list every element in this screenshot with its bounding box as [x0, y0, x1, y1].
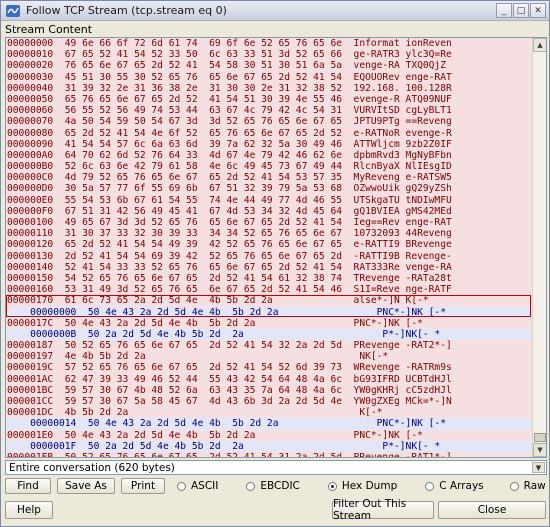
- client-stream-line[interactable]: 00000080 65 2d 52 41 54 4e 6f 52 65 76 6…: [6, 127, 533, 139]
- action-toolbar: Find Save As Print ASCII EBCDIC Hex Dump…: [5, 477, 547, 495]
- follow-tcp-stream-window: Follow TCP Stream (tcp.stream eq 0) _ □ …: [0, 0, 550, 527]
- client-stream-line[interactable]: 000000C0 4d 79 52 65 76 65 6e 67 65 2d 5…: [6, 172, 533, 184]
- client-stream-line[interactable]: 00000150 54 52 65 76 65 6e 67 65 2d 52 4…: [6, 272, 533, 285]
- format-radio-ebcdic[interactable]: EBCDIC: [246, 480, 300, 492]
- server-stream-line[interactable]: 00000000 50 4e 43 2a 2d 5d 4e 4b 5b 2d 2…: [6, 306, 533, 318]
- radio-dot-icon: [177, 481, 186, 491]
- save-as-button[interactable]: Save As: [57, 478, 115, 494]
- find-button[interactable]: Find: [5, 478, 51, 494]
- print-button[interactable]: Print: [121, 478, 165, 494]
- filter-out-stream-button[interactable]: Filter Out This Stream: [332, 498, 434, 522]
- format-radio-label: Raw: [523, 480, 546, 492]
- radio-dot-icon: [425, 481, 435, 491]
- format-radio-c-arrays[interactable]: C Arrays: [425, 480, 484, 492]
- client-stream-line[interactable]: 00000070 4a 50 54 59 50 54 67 3d 3d 52 6…: [6, 116, 533, 128]
- title-bar[interactable]: Follow TCP Stream (tcp.stream eq 0) _ □ …: [1, 1, 549, 21]
- help-button[interactable]: Help: [5, 501, 53, 519]
- conversation-select[interactable]: Entire conversation (620 bytes) ▼: [5, 460, 547, 475]
- format-radio-label: EBCDIC: [260, 480, 300, 492]
- stream-content-panel[interactable]: 00000000 49 6e 66 6f 72 6d 61 74 69 6f 6…: [5, 37, 547, 458]
- format-radio-label: C Arrays: [439, 480, 484, 492]
- client-stream-line[interactable]: 00000130 2d 52 41 54 54 69 39 42 52 65 7…: [6, 250, 533, 262]
- client-stream-line[interactable]: 000000D0 30 5a 57 77 6f 55 69 6b 67 51 3…: [6, 183, 533, 195]
- minimize-button[interactable]: _: [496, 3, 512, 18]
- client-stream-line[interactable]: 00000020 76 65 6e 67 65 2d 52 41 54 58 3…: [6, 60, 533, 72]
- scrollbar-thumb[interactable]: [534, 433, 546, 442]
- close-window-button[interactable]: ✕: [530, 3, 546, 18]
- client-stream-line[interactable]: 0000019C 57 52 65 76 65 6e 67 65 2d 52 4…: [6, 362, 533, 374]
- radio-dot-icon: [509, 481, 519, 491]
- server-stream-line[interactable]: 00000014 50 4e 43 2a 2d 5d 4e 4b 5b 2d 2…: [6, 418, 533, 430]
- window-title: Follow TCP Stream (tcp.stream eq 0): [26, 4, 227, 17]
- client-stream-line[interactable]: 00000060 56 55 52 56 49 74 53 44 63 67 4…: [6, 105, 533, 117]
- client-stream-line[interactable]: 00000030 45 51 30 55 30 52 65 76 65 6e 6…: [6, 71, 533, 83]
- client-stream-line[interactable]: 000000E0 55 54 53 6b 67 61 54 55 74 4e 4…: [6, 194, 533, 206]
- format-radio-ascii[interactable]: ASCII: [177, 480, 218, 492]
- client-stream-line[interactable]: 00000100 49 65 67 3d 3d 52 65 76 65 6e 6…: [6, 217, 533, 229]
- help-button-label: Help: [17, 504, 41, 516]
- scroll-down-arrow-icon[interactable]: ▼: [533, 443, 546, 457]
- server-stream-line[interactable]: 0000000B 50 2a 2d 5d 4e 4b 5b 2d 2a P*-]…: [6, 328, 533, 341]
- client-stream-line[interactable]: 000001AC 62 47 39 33 49 46 52 44 55 43 4…: [6, 373, 533, 385]
- client-stream-line[interactable]: 00000120 65 2d 52 41 54 54 49 39 42 52 6…: [6, 239, 533, 251]
- client-stream-line[interactable]: 00000160 53 31 49 3d 52 65 76 65 6e 67 6…: [6, 284, 533, 296]
- chevron-down-icon[interactable]: ▼: [532, 462, 545, 473]
- client-stream-line[interactable]: 00000187 50 52 65 76 65 6e 67 65 2d 52 4…: [6, 340, 533, 352]
- server-stream-line[interactable]: 0000001F 50 2a 2d 5d 4e 4b 5b 2d 2a P*-]…: [6, 440, 533, 452]
- radio-dot-selected-icon: [327, 481, 337, 491]
- maximize-button[interactable]: □: [513, 3, 529, 18]
- scroll-up-arrow-icon[interactable]: ▲: [533, 38, 546, 52]
- client-stream-line[interactable]: 000001EB 50 52 65 76 65 6e 67 65 2d 52 4…: [6, 451, 533, 457]
- window-controls: _ □ ✕: [496, 3, 546, 18]
- print-button-label: Print: [130, 480, 156, 492]
- dialog-button-row: Help Filter Out This Stream Close: [1, 498, 549, 522]
- radio-dot-icon: [246, 481, 256, 491]
- save-as-button-label: Save As: [65, 480, 107, 492]
- close-button[interactable]: Close: [438, 501, 546, 519]
- format-radio-label: Hex Dump: [341, 480, 398, 492]
- stream-content-label: Stream Content: [5, 23, 93, 36]
- client-stream-line[interactable]: 00000170 61 6c 73 65 2a 2d 5d 4e 4b 5b 2…: [6, 295, 533, 307]
- format-radio-label: ASCII: [191, 480, 219, 492]
- conversation-select-value: Entire conversation (620 bytes): [9, 461, 175, 474]
- client-stream-line[interactable]: 000000B0 52 6c 63 6e 42 79 61 58 4e 6c 4…: [6, 161, 533, 173]
- client-stream-line[interactable]: 000001BC 59 57 30 67 4b 48 52 6a 63 43 3…: [6, 384, 533, 396]
- client-stream-line[interactable]: 000001CC 59 57 30 67 5a 58 45 67 4d 43 6…: [6, 396, 533, 408]
- format-radio-hex-dump[interactable]: Hex Dump: [327, 480, 398, 492]
- close-button-label: Close: [477, 504, 507, 516]
- format-radio-raw[interactable]: Raw: [509, 480, 546, 492]
- client-stream-line[interactable]: 00000050 65 76 65 6e 67 65 2d 52 41 54 5…: [6, 93, 533, 106]
- client-stream-line[interactable]: 00000197 4e 4b 5b 2d 2a NK[-*: [6, 351, 533, 363]
- filter-out-stream-button-label: Filter Out This Stream: [333, 498, 407, 522]
- client-stream-line[interactable]: 00000000 49 6e 66 6f 72 6d 61 74 69 6f 6…: [6, 38, 533, 50]
- client-stream-line[interactable]: 0000017C 50 4e 43 2a 2d 5d 4e 4b 5b 2d 2…: [6, 317, 533, 329]
- client-stream-line[interactable]: 00000010 67 65 52 41 54 52 33 50 6c 63 3…: [6, 49, 533, 61]
- wireshark-app-icon: [6, 4, 20, 17]
- find-button-label: Find: [17, 480, 39, 492]
- client-stream-line[interactable]: 00000140 52 41 54 33 33 52 65 76 65 6e 6…: [6, 261, 533, 273]
- vertical-scrollbar[interactable]: ▲ ▼: [532, 38, 546, 457]
- client-stream-line[interactable]: 000001DC 4b 5b 2d 2a K[-*: [6, 407, 533, 419]
- stream-text-area[interactable]: 00000000 49 6e 66 6f 72 6d 61 74 69 6f 6…: [6, 38, 533, 457]
- client-stream-line[interactable]: 00000090 41 54 54 57 6c 6a 63 6d 39 7a 6…: [6, 138, 533, 150]
- client-stream-line[interactable]: 00000040 31 39 32 2e 31 36 38 2e 31 30 3…: [6, 82, 533, 94]
- client-stream-line[interactable]: 000001E0 50 4e 43 2a 2d 5d 4e 4b 5b 2d 2…: [6, 429, 533, 441]
- client-stream-line[interactable]: 000000A0 64 70 62 6d 52 76 64 33 4d 67 4…: [6, 149, 533, 162]
- client-stream-line[interactable]: 00000110 31 30 37 33 32 30 39 33 34 34 5…: [6, 228, 533, 240]
- client-stream-line[interactable]: 000000F0 67 51 31 42 56 49 45 41 67 4d 5…: [6, 205, 533, 217]
